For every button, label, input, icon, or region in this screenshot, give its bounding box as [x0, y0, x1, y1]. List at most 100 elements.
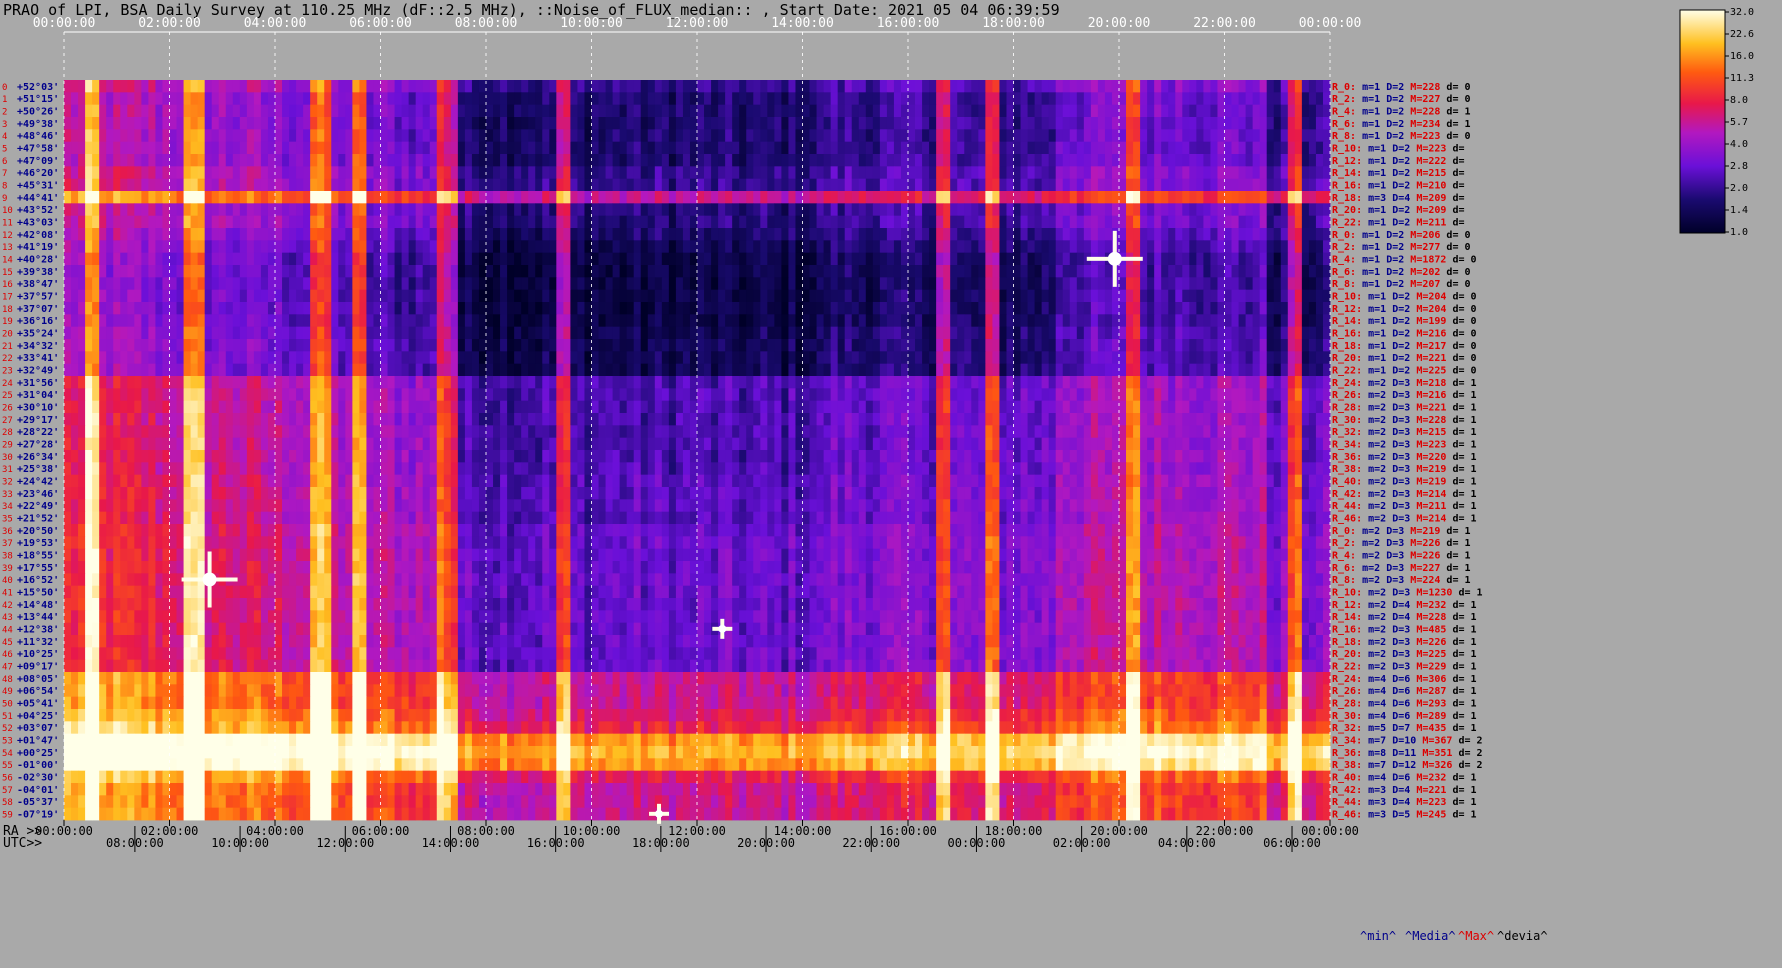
heatmap-cell: [893, 289, 902, 303]
heatmap-cell: [1076, 228, 1085, 241]
heatmap-cell: [282, 277, 290, 291]
heatmap-cell: [500, 289, 508, 303]
heatmap-cell: [289, 203, 297, 217]
heatmap-cell: [739, 363, 747, 377]
heatmap-cell: [816, 326, 824, 340]
heatmap-cell: [85, 289, 93, 303]
heatmap-cell: [1140, 166, 1148, 180]
heatmap-cell: [204, 277, 213, 291]
heatmap-cell: [1161, 154, 1169, 167]
heatmap-cell: [978, 252, 986, 266]
heatmap-cell: [225, 228, 234, 241]
heatmap-cell: [1315, 339, 1324, 352]
heatmap-cell: [612, 376, 621, 389]
heatmap-cell: [893, 228, 902, 241]
heatmap-cell: [225, 166, 234, 180]
heatmap-cell: [211, 178, 220, 192]
heatmap-cell: [148, 104, 156, 118]
heatmap-cell: [767, 215, 775, 229]
heatmap-cell: [176, 277, 184, 291]
heatmap-cell: [936, 339, 944, 352]
heatmap-cell: [1210, 240, 1218, 254]
heatmap-cell: [394, 215, 402, 229]
heatmap-cell: [1189, 339, 1197, 352]
heatmap-cell: [1041, 166, 1050, 180]
heatmap-cell: [746, 203, 754, 217]
heatmap-cell: [971, 351, 979, 365]
heatmap-cell: [908, 203, 916, 217]
heatmap-cell: [401, 351, 410, 365]
heatmap-cell: [415, 351, 424, 365]
heatmap-cell: [992, 117, 1000, 130]
heatmap-cell: [830, 376, 839, 389]
heatmap-cell: [260, 154, 269, 167]
heatmap-cell: [1104, 388, 1113, 402]
heatmap-cell: [732, 413, 740, 426]
heatmap-cell: [964, 228, 972, 241]
heatmap-cell: [788, 117, 796, 130]
heatmap-cell: [689, 141, 698, 155]
heatmap-cell: [781, 178, 789, 192]
heatmap-cell: [478, 326, 487, 340]
heatmap-cell: [1013, 203, 1021, 217]
heatmap-cell: [936, 400, 944, 414]
heatmap-cell: [943, 92, 951, 106]
heatmap-cell: [1301, 117, 1310, 130]
heatmap-cell: [879, 141, 888, 155]
heatmap-cell: [1203, 388, 1211, 402]
heatmap-cell: [908, 388, 916, 402]
heatmap-cell: [296, 80, 304, 93]
heatmap-cell: [767, 240, 775, 254]
heatmap-cell: [647, 326, 656, 340]
heatmap-cell: [1119, 117, 1127, 130]
heatmap-cell: [1217, 314, 1225, 328]
heatmap-cell: [1090, 191, 1099, 204]
heatmap-cell: [183, 203, 191, 217]
heatmap-cell: [1041, 363, 1050, 377]
heatmap-cell: [232, 302, 241, 315]
heatmap-cell: [429, 92, 438, 106]
heatmap-cell: [275, 277, 283, 291]
heatmap-cell: [155, 351, 163, 365]
heatmap-cell: [148, 228, 156, 241]
heatmap-cell: [1308, 277, 1317, 291]
heatmap-cell: [830, 289, 839, 303]
heatmap-cell: [767, 141, 775, 155]
heatmap-cell: [204, 400, 213, 414]
heatmap-cell: [1322, 277, 1331, 291]
heatmap-cell: [1308, 129, 1317, 143]
heatmap-cell: [999, 178, 1007, 192]
heatmap-cell: [1090, 92, 1099, 106]
heatmap-cell: [781, 400, 789, 414]
heatmap-cell: [837, 400, 846, 414]
heatmap-cell: [92, 265, 100, 278]
heatmap-cell: [1273, 302, 1282, 315]
heatmap-cell: [359, 203, 367, 217]
heatmap-cell: [190, 104, 199, 118]
heatmap-cell: [204, 129, 213, 143]
heatmap-cell: [275, 141, 283, 155]
heatmap-cell: [767, 413, 775, 426]
heatmap-cell: [120, 141, 128, 155]
heatmap-cell: [1154, 178, 1162, 192]
heatmap-cell: [401, 277, 410, 291]
heatmap-cell: [908, 92, 916, 106]
heatmap-cell: [296, 277, 304, 291]
heatmap-cell: [253, 326, 262, 340]
heatmap-cell: [1203, 240, 1211, 254]
heatmap-cell: [971, 104, 979, 118]
heatmap-cell: [239, 351, 248, 365]
heatmap-cell: [1048, 363, 1057, 377]
heatmap-cell: [225, 400, 234, 414]
heatmap-cell: [767, 302, 775, 315]
heatmap-cell: [893, 117, 902, 130]
heatmap-cell: [584, 351, 592, 365]
heatmap-cell: [1104, 351, 1113, 365]
heatmap-cell: [640, 314, 649, 328]
heatmap-cell: [1189, 80, 1197, 93]
heatmap-cell: [99, 178, 107, 192]
heatmap-cell: [443, 339, 452, 352]
heatmap-cell: [169, 191, 177, 204]
heatmap-cell: [858, 265, 867, 278]
heatmap-cell: [338, 154, 346, 167]
